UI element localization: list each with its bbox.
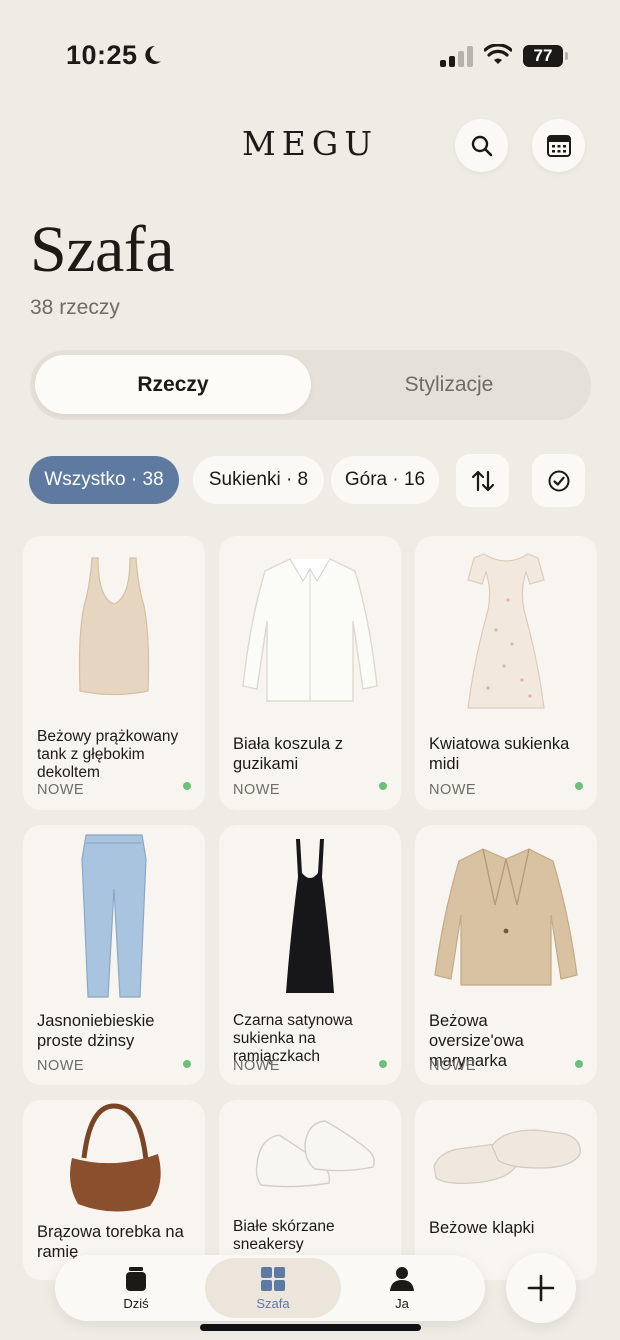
person-icon	[390, 1266, 414, 1291]
nav-tab-wardrobe[interactable]: Szafa	[205, 1258, 341, 1318]
segment-items[interactable]: Rzeczy	[35, 355, 311, 414]
nav-label: Dziś	[123, 1295, 149, 1311]
wardrobe-item-card[interactable]: Biała koszula z guzikami NOWE	[219, 536, 401, 810]
calendar-icon	[546, 134, 571, 157]
filter-chip-tops[interactable]: Góra · 16	[331, 456, 439, 504]
battery-level: 77	[533, 46, 553, 65]
wardrobe-item-card[interactable]: Białe skórzane sneakersy	[219, 1100, 401, 1280]
beige-slides-image	[415, 1100, 597, 1210]
nav-tab-me[interactable]: Ja	[357, 1255, 447, 1321]
status-bar: 10:25 77	[0, 0, 620, 110]
page-title: Szafa	[30, 213, 175, 286]
white-sneakers-image	[219, 1100, 401, 1210]
select-mode-button[interactable]	[532, 454, 585, 507]
grid-icon	[261, 1266, 285, 1291]
wardrobe-item-card[interactable]: Beżowy prążkowany tank z głębokim dekolt…	[23, 536, 205, 810]
item-new-tag: NOWE	[233, 1058, 281, 1074]
filter-chip-all[interactable]: Wszystko · 38	[29, 456, 179, 504]
new-indicator-dot	[575, 1060, 583, 1068]
beige-blazer-image	[415, 825, 597, 1005]
plus-icon	[527, 1274, 555, 1302]
home-indicator	[200, 1324, 421, 1331]
white-shirt-image	[219, 536, 401, 716]
item-new-tag: NOWE	[37, 1058, 85, 1074]
item-name: Kwiatowa sukienka midi	[429, 735, 570, 773]
item-new-tag: NOWE	[233, 782, 281, 798]
item-name: Beżowy prążkowany tank z głębokim dekolt…	[37, 728, 179, 781]
sort-arrows-icon	[471, 470, 494, 491]
moon-icon	[145, 45, 161, 64]
calendar-button[interactable]	[532, 119, 585, 172]
segment-outfits[interactable]: Stylizacje	[311, 355, 587, 414]
new-indicator-dot	[183, 782, 191, 790]
new-indicator-dot	[379, 782, 387, 790]
light-blue-jeans-image	[23, 825, 205, 1005]
brand-logo: MEGU	[241, 124, 379, 163]
cellular-signal-icon	[440, 46, 473, 67]
item-name: Białe skórzane sneakersy	[233, 1218, 335, 1253]
new-indicator-dot	[575, 782, 583, 790]
item-new-tag: NOWE	[37, 782, 85, 798]
status-time: 10:25	[66, 40, 138, 70]
filter-chip-dresses[interactable]: Sukienki · 8	[193, 456, 324, 504]
item-count: 38 rzeczy	[30, 296, 120, 319]
view-switcher: Rzeczy Stylizacje	[30, 350, 591, 420]
item-name: Jasnoniebieskie proste dżinsy	[37, 1012, 155, 1050]
item-new-tag: NOWE	[429, 782, 477, 798]
wardrobe-item-card[interactable]: Czarna satynowa sukienka na ramiączkach …	[219, 825, 401, 1085]
search-button[interactable]	[455, 119, 508, 172]
bottom-navigation: Dziś Szafa Ja	[55, 1255, 485, 1321]
wardrobe-item-card[interactable]: Beżowa oversize'owa marynarka NOWE	[415, 825, 597, 1085]
battery-indicator: 77	[523, 45, 568, 67]
nav-tab-today[interactable]: Dziś	[91, 1255, 181, 1321]
item-name: Biała koszula z guzikami	[233, 735, 344, 773]
new-indicator-dot	[379, 1060, 387, 1068]
check-circle-icon	[548, 470, 569, 491]
wardrobe-item-card[interactable]: Brązowa torebka na ramię	[23, 1100, 205, 1280]
nav-label: Ja	[395, 1295, 409, 1311]
brown-shoulder-bag-image	[23, 1100, 205, 1220]
jar-icon	[126, 1266, 146, 1291]
wardrobe-item-card[interactable]: Kwiatowa sukienka midi NOWE	[415, 536, 597, 810]
wardrobe-item-card[interactable]: Beżowe klapki	[415, 1100, 597, 1280]
wardrobe-item-card[interactable]: Jasnoniebieskie proste dżinsy NOWE	[23, 825, 205, 1085]
black-slip-dress-image	[219, 825, 401, 1005]
wifi-icon	[484, 44, 512, 64]
nav-label: Szafa	[256, 1295, 290, 1311]
floral-midi-dress-image	[415, 536, 597, 716]
new-indicator-dot	[183, 1060, 191, 1068]
sort-button[interactable]	[456, 454, 509, 507]
item-new-tag: NOWE	[429, 1058, 477, 1074]
add-item-button[interactable]	[506, 1253, 576, 1323]
beige-tank-top-image	[23, 536, 205, 716]
item-name: Beżowe klapki	[429, 1219, 535, 1237]
search-icon	[471, 135, 492, 156]
